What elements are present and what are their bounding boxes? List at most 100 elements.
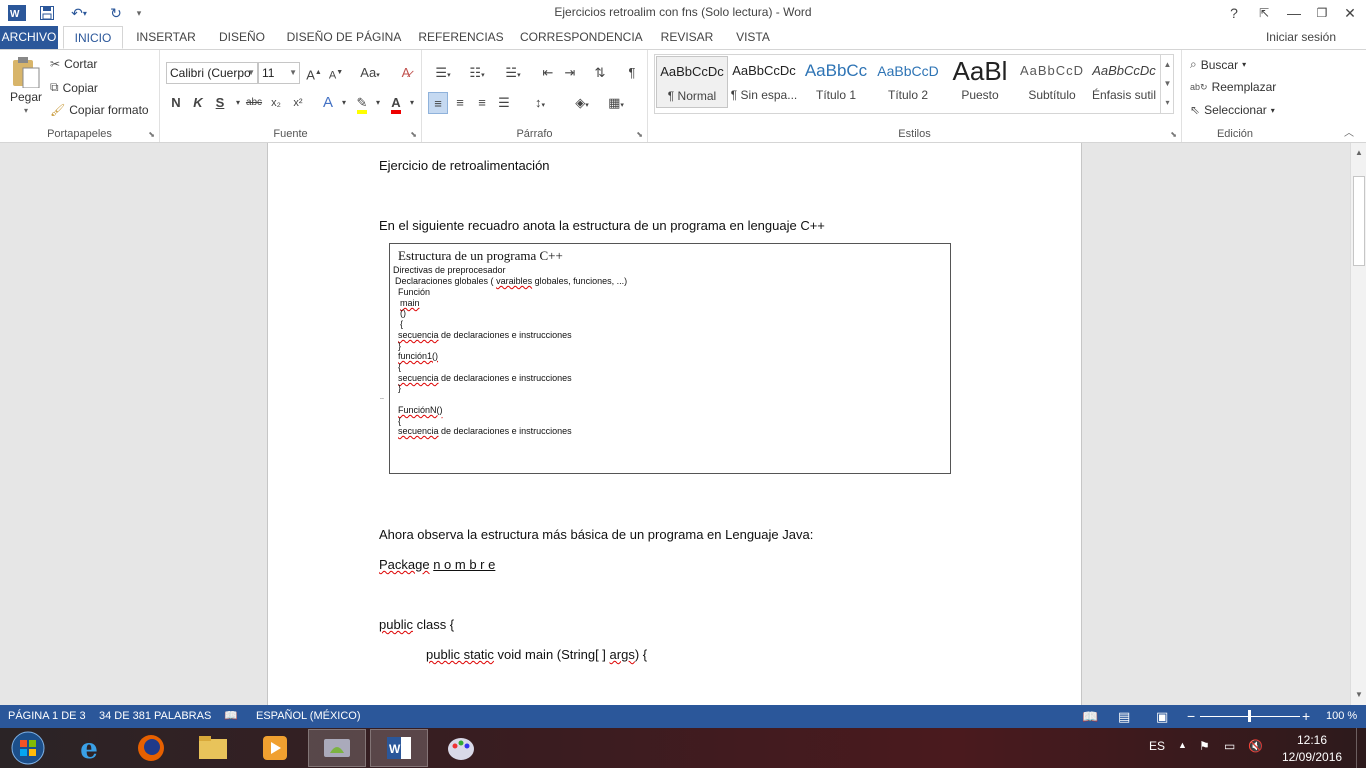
select-button[interactable]: ⇖ Seleccionar ▾ [1190,103,1275,117]
justify-icon[interactable]: ☰ [494,92,514,114]
numbering-icon[interactable]: ☷▾ [462,62,492,84]
copy-button[interactable]: ⧉ Copiar [50,80,98,95]
align-center-icon[interactable]: ≡ [450,92,470,114]
font-name-combo[interactable]: Calibri (Cuerpo ▼ [166,62,258,84]
network-icon[interactable]: ▭ [1224,739,1235,753]
start-button[interactable] [0,729,56,767]
shrink-font-icon[interactable]: A▼ [326,62,346,84]
superscript-button[interactable]: x² [288,92,308,114]
print-layout-icon[interactable]: ▤ [1118,705,1130,728]
zoom-in-icon[interactable]: + [1302,705,1310,728]
clock-time[interactable]: 12:16 [1297,733,1327,747]
find-button[interactable]: ⌕ Buscar ▾ [1190,57,1246,72]
show-formatting-marks-icon[interactable]: ¶ [622,62,642,84]
media-player-icon[interactable] [246,729,304,767]
text-effects-dropdown-icon[interactable]: ▾ [334,92,354,114]
styles-scroll-buttons[interactable]: ▲ ▼ ▾ [1160,55,1174,113]
language-indicator[interactable]: ESPAÑOL (MÉXICO) [256,705,361,728]
styles-launcher-icon[interactable]: ⬊ [1170,130,1177,139]
multilevel-list-icon[interactable]: ☱▾ [498,62,528,84]
style-heading-1[interactable]: AaBbCc Título 1 [800,56,872,108]
style-name: ¶ Sin espa... [730,88,798,102]
subscript-button[interactable]: x₂ [266,92,286,114]
tab-insertar[interactable]: INSERTAR [132,26,200,49]
italic-button[interactable]: K [188,92,208,114]
change-case-icon[interactable]: Aa▾ [356,62,384,84]
document-page[interactable]: Ejercicio de retroalimentación En el sig… [267,143,1082,705]
line-spacing-icon[interactable]: ↕▾ [526,92,554,114]
align-left-icon[interactable]: ≡ [428,92,448,114]
tab-correspondencia[interactable]: CORRESPONDENCIA [520,26,643,49]
file-explorer-icon[interactable] [184,729,242,767]
volume-muted-icon[interactable]: 🔇 [1248,739,1263,753]
read-mode-icon[interactable]: 📖 [1082,705,1098,728]
ribbon-display-options-button[interactable]: ⇱ [1250,2,1278,24]
action-center-flag-icon[interactable]: ⚑ [1199,739,1210,753]
close-button[interactable]: ✕ [1336,2,1364,24]
bullets-icon[interactable]: ☰▾ [428,62,458,84]
underline-button[interactable]: S [210,92,230,114]
paste-dropdown-icon[interactable]: ▾ [24,106,28,115]
decrease-indent-icon[interactable]: ⇤ [538,62,558,84]
sort-icon[interactable]: ⇅ [590,62,610,84]
font-launcher-icon[interactable]: ⬊ [410,130,417,139]
tab-vista[interactable]: VISTA [732,26,774,49]
clear-formatting-icon[interactable]: A̷ [396,62,416,84]
android-studio-icon[interactable] [308,729,366,767]
clock-date[interactable]: 12/09/2016 [1282,750,1342,764]
input-language[interactable]: ES [1149,739,1165,753]
font-color-dropdown-icon[interactable]: ▾ [402,92,422,114]
tab-diseno-de-pagina[interactable]: DISEÑO DE PÁGINA [286,26,402,49]
paint-icon[interactable] [432,729,490,767]
page-count[interactable]: PÁGINA 1 DE 3 [8,705,86,728]
clipboard-launcher-icon[interactable]: ⬊ [148,130,155,139]
collapse-ribbon-icon[interactable]: ︿ [1344,124,1354,139]
scroll-down-icon[interactable]: ▼ [1351,687,1366,703]
zoom-slider-thumb[interactable] [1248,710,1251,722]
minimize-button[interactable]: — [1280,2,1308,24]
style-no-spacing[interactable]: AaBbCcDc ¶ Sin espa... [728,56,800,108]
scroll-thumb[interactable] [1353,176,1365,266]
show-desktop-button[interactable] [1356,728,1366,768]
shading-icon[interactable]: ◈▾ [568,92,596,114]
cpp-structure-box[interactable]: Estructura de un programa C++ Directivas… [380,243,951,474]
style-heading-2[interactable]: AaBbCcD Título 2 [872,56,944,108]
word-taskbar-icon[interactable]: W [370,729,428,767]
borders-icon[interactable]: ▦▾ [602,92,630,114]
tab-archivo[interactable]: ARCHIVO [0,26,58,49]
proofing-icon[interactable]: 📖 [224,705,238,728]
web-layout-icon[interactable]: ▣ [1156,705,1168,728]
sign-in-link[interactable]: Iniciar sesión [1266,30,1336,44]
bold-button[interactable]: N [166,92,186,114]
vertical-scrollbar[interactable]: ▲ ▼ [1350,143,1366,705]
cut-button[interactable]: ✂ Cortar [50,57,97,71]
scroll-up-icon[interactable]: ▲ [1351,145,1366,161]
tab-referencias[interactable]: REFERENCIAS [418,26,504,49]
tab-inicio[interactable]: INICIO [63,26,123,49]
paste-button[interactable]: Pegar ▾ [8,56,44,115]
style-title[interactable]: AaBl Puesto [944,56,1016,108]
strikethrough-button[interactable]: abc [244,92,264,114]
internet-explorer-icon[interactable]: e [60,729,118,767]
paragraph-launcher-icon[interactable]: ⬊ [636,130,643,139]
style-subtitle[interactable]: AaBbCcD Subtítulo [1016,56,1088,108]
font-size-combo[interactable]: 11 ▼ [258,62,300,84]
align-right-icon[interactable]: ≡ [472,92,492,114]
tab-revisar[interactable]: REVISAR [658,26,716,49]
restore-button[interactable]: ❐ [1308,2,1336,24]
replace-button[interactable]: ab↻ Reemplazar [1190,80,1276,94]
help-button[interactable]: ? [1220,2,1248,24]
grow-font-icon[interactable]: A▲ [304,62,324,84]
highlight-dropdown-icon[interactable]: ▾ [368,92,388,114]
zoom-out-icon[interactable]: − [1187,705,1195,728]
cpp-line: } [398,341,402,351]
tab-diseno[interactable]: DISEÑO [214,26,270,49]
zoom-level[interactable]: 100 % [1326,705,1357,728]
style-subtle-emphasis[interactable]: AaBbCcDc Énfasis sutil [1088,56,1160,108]
show-hidden-icons-icon[interactable]: ▲ [1178,740,1187,750]
style-normal[interactable]: AaBbCcDc ¶ Normal [656,56,728,108]
firefox-icon[interactable] [122,729,180,767]
word-count[interactable]: 34 DE 381 PALABRAS [99,705,211,728]
format-painter-button[interactable]: 🖌 Copiar formato [50,103,149,117]
increase-indent-icon[interactable]: ⇥ [560,62,580,84]
